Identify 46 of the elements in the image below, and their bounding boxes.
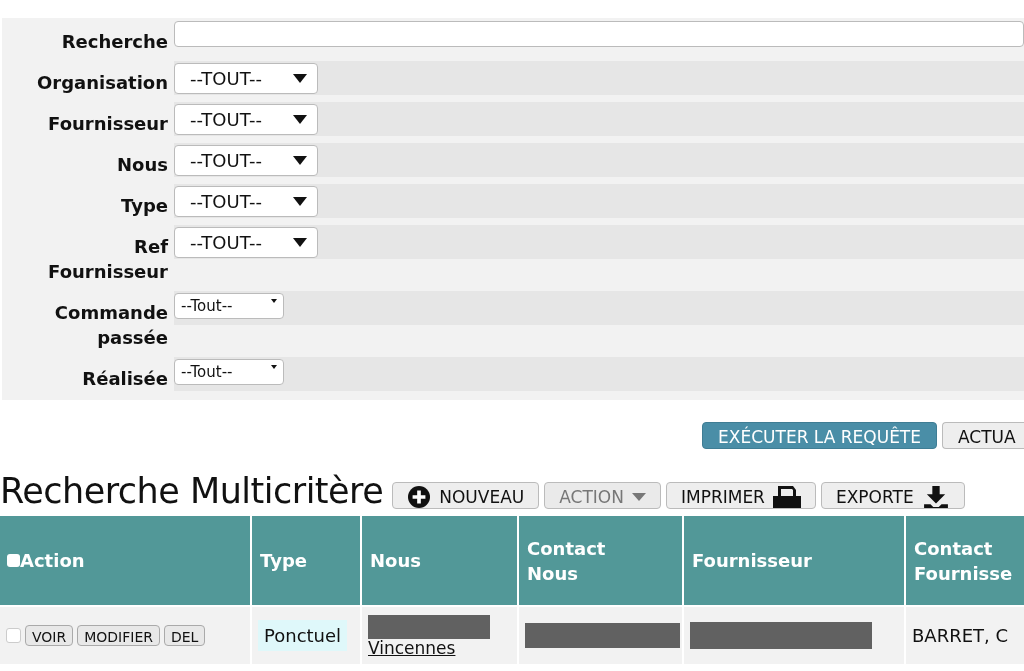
- caret-icon: [271, 299, 277, 303]
- caret-icon: [293, 114, 307, 124]
- toolbar-button[interactable]: IMPRIMER: [665, 482, 816, 509]
- download-icon: [921, 486, 950, 508]
- column-header: Type: [251, 516, 361, 606]
- column-header: Contact Nous: [518, 516, 683, 606]
- field-label: Nous: [116, 153, 168, 177]
- column-header: Contact Fournisse: [905, 516, 1024, 606]
- plus-circle-icon: [407, 486, 432, 508]
- dropdown[interactable]: --TOUT--: [174, 144, 318, 176]
- caret-icon: [293, 237, 307, 247]
- field-label: Ref Fournisseur: [47, 235, 168, 284]
- caret-icon: [271, 365, 277, 369]
- dropdown[interactable]: --TOUT--: [174, 185, 318, 217]
- type-tag: Ponctuel: [258, 620, 348, 651]
- dropdown[interactable]: --Tout--: [174, 359, 284, 385]
- dropdown[interactable]: --TOUT--: [174, 226, 318, 258]
- column-header: Nous: [361, 516, 518, 606]
- page-title: Recherche Multicritère: [0, 473, 384, 509]
- row-action-button[interactable]: MODIFIER: [77, 625, 160, 646]
- field-label: Organisation: [36, 71, 168, 95]
- search-field[interactable]: [174, 21, 1024, 47]
- toolbar-button[interactable]: NOUVEAU: [392, 482, 540, 509]
- column-header-label: Action: [20, 549, 85, 573]
- dropdown[interactable]: --Tout--: [174, 293, 284, 319]
- caret-icon: [293, 196, 307, 206]
- row-checkbox[interactable]: [6, 628, 21, 643]
- caret-icon: [293, 155, 307, 165]
- toolbar-button[interactable]: EXPORTE: [820, 482, 965, 509]
- table-cell: BARRET, C: [905, 606, 1024, 664]
- row-action-button[interactable]: DEL: [164, 625, 206, 646]
- field-label: Recherche: [60, 30, 168, 54]
- execute-button[interactable]: EXÉCUTER LA REQUÊTE: [702, 422, 937, 449]
- row-action-button[interactable]: VOIR: [25, 625, 74, 646]
- field-label: Fournisseur: [47, 112, 168, 136]
- select-all-checkbox[interactable]: [7, 554, 20, 567]
- column-header: Fournisseur: [683, 516, 905, 606]
- dropdown[interactable]: --TOUT--: [174, 103, 318, 135]
- printer-icon: [772, 486, 801, 508]
- caret-icon: [293, 73, 307, 83]
- field-label: Réalisée: [81, 367, 168, 391]
- dropdown[interactable]: --TOUT--: [174, 62, 318, 94]
- field-label: Commande passée: [53, 301, 168, 350]
- field-label: Type: [120, 194, 168, 218]
- caret-icon: [631, 493, 646, 501]
- refresh-button[interactable]: ACTUA: [942, 422, 1024, 449]
